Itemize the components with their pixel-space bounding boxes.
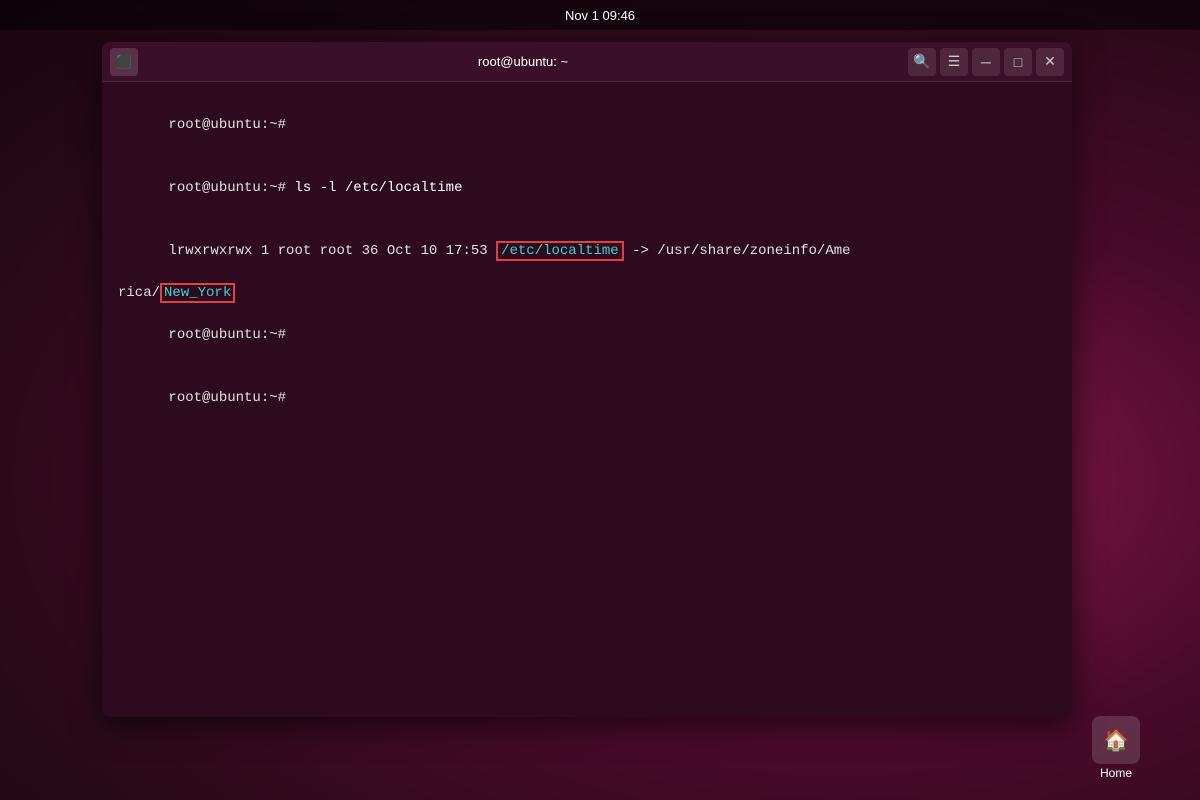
- close-button[interactable]: ✕: [1036, 48, 1064, 76]
- titlebar-controls: 🔍 ☰ ─ □ ✕: [908, 48, 1064, 76]
- dock-home-label: Home: [1100, 766, 1132, 780]
- prompt-4: root@ubuntu:~#: [168, 327, 286, 343]
- prompt-1: root@ubuntu:~#: [168, 117, 286, 133]
- search-button[interactable]: 🔍: [908, 48, 936, 76]
- terminal-title: root@ubuntu: ~: [138, 54, 908, 69]
- terminal-icon[interactable]: ⬛: [110, 48, 138, 76]
- command-text: ls -l /etc/localtime: [294, 180, 462, 196]
- symlink-perms: lrwxrwxrwx 1 root root 36 Oct 10 17:53: [168, 243, 496, 259]
- terminal-titlebar: ⬛ root@ubuntu: ~ 🔍 ☰ ─ □ ✕: [102, 42, 1072, 82]
- terminal-window: ⬛ root@ubuntu: ~ 🔍 ☰ ─ □ ✕ root@ubuntu:~…: [102, 42, 1072, 717]
- prompt-2: root@ubuntu:~#: [168, 180, 294, 196]
- symlink-cont-prefix: rica/: [118, 285, 160, 301]
- dock-area: 🏠 Home: [1092, 716, 1140, 780]
- newyork-highlight: New_York: [160, 283, 235, 303]
- minimize-button[interactable]: ─: [972, 48, 1000, 76]
- terminal-line-5: root@ubuntu:~#: [118, 367, 1056, 430]
- symlink-arrow: -> /usr/share/zoneinfo/Ame: [624, 243, 851, 259]
- menu-button[interactable]: ☰: [940, 48, 968, 76]
- terminal-line-4: root@ubuntu:~#: [118, 304, 1056, 367]
- maximize-button[interactable]: □: [1004, 48, 1032, 76]
- terminal-line-1: root@ubuntu:~#: [118, 94, 1056, 157]
- localtime-highlight: /etc/localtime: [496, 241, 624, 261]
- taskbar-datetime: Nov 1 09:46: [565, 8, 635, 23]
- terminal-line-3-cont: rica/New_York: [118, 283, 1056, 304]
- dock-home-item[interactable]: 🏠 Home: [1092, 716, 1140, 780]
- titlebar-left: ⬛: [110, 48, 138, 76]
- prompt-5: root@ubuntu:~#: [168, 390, 286, 406]
- terminal-line-2: root@ubuntu:~# ls -l /etc/localtime: [118, 157, 1056, 220]
- terminal-line-3: lrwxrwxrwx 1 root root 36 Oct 10 17:53 /…: [118, 220, 1056, 283]
- home-icon[interactable]: 🏠: [1092, 716, 1140, 764]
- taskbar: Nov 1 09:46: [0, 0, 1200, 30]
- terminal-content[interactable]: root@ubuntu:~# root@ubuntu:~# ls -l /etc…: [102, 82, 1072, 717]
